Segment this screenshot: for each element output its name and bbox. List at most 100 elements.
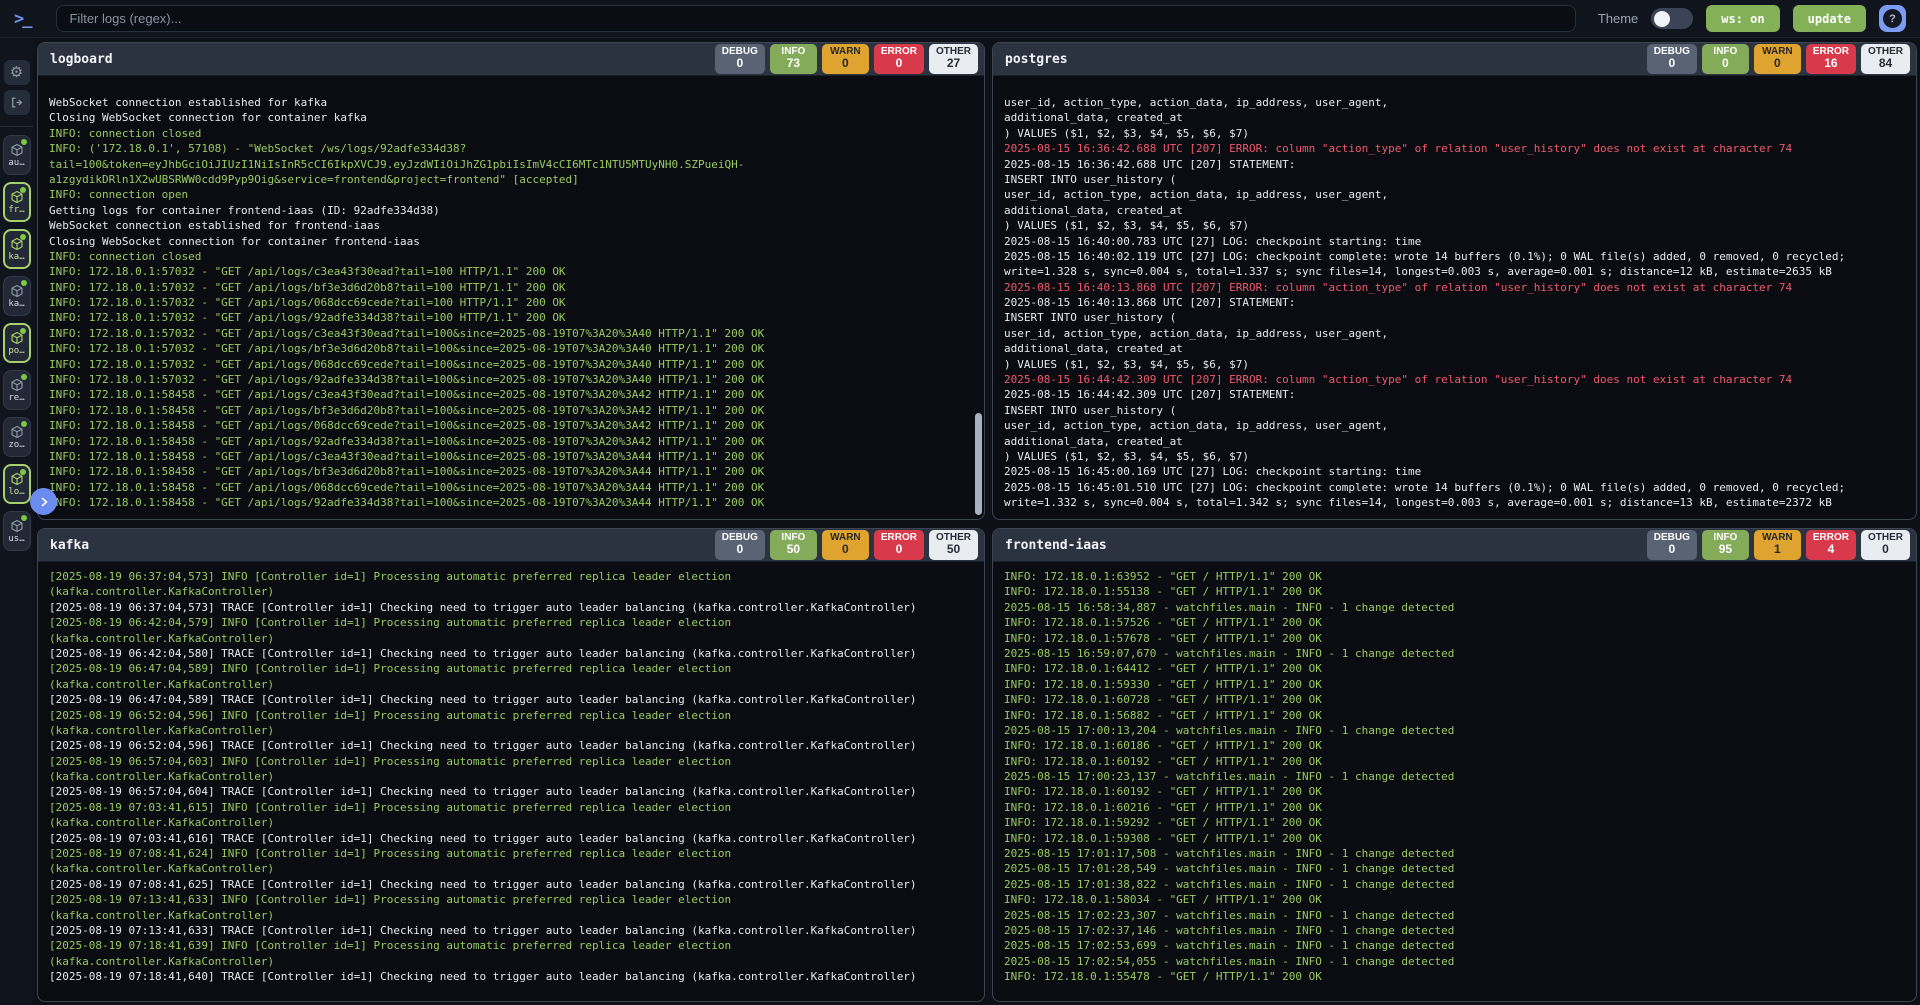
- level-badge[interactable]: OTHER 84: [1861, 44, 1910, 74]
- level-badge[interactable]: INFO 50: [770, 530, 817, 560]
- log-line: (kafka.controller.KafkaController): [49, 584, 980, 599]
- container-item[interactable]: us…: [3, 511, 31, 551]
- container-item[interactable]: ka…: [3, 276, 31, 316]
- log-line: 2025-08-15 16:36:42.688 UTC [207] STATEM…: [1004, 157, 1912, 172]
- theme-toggle-knob: [1654, 11, 1670, 27]
- badge-count: 50: [787, 543, 800, 557]
- level-badge[interactable]: DEBUG 0: [715, 44, 765, 74]
- log-line: [2025-08-19 06:47:04,589] INFO [Controll…: [49, 661, 980, 676]
- log-line: INFO: 172.18.0.1:64412 - "GET / HTTP/1.1…: [1004, 661, 1912, 676]
- log-line: [2025-08-19 07:08:41,625] TRACE [Control…: [49, 877, 980, 892]
- log-viewport-postgres[interactable]: user_id, action_type, action_data, ip_ad…: [993, 76, 1916, 519]
- log-line: (kafka.controller.KafkaController): [49, 631, 980, 646]
- log-line: INFO: 172.18.0.1:57032 - "GET /api/logs/…: [49, 372, 980, 387]
- level-badge[interactable]: ERROR 4: [1806, 530, 1856, 560]
- container-label: lo…: [8, 488, 24, 497]
- badge-count: 0: [842, 543, 849, 557]
- level-badge[interactable]: WARN 0: [822, 44, 869, 74]
- log-line: (kafka.controller.KafkaController): [49, 769, 980, 784]
- level-badge[interactable]: OTHER 50: [929, 530, 978, 560]
- panel-postgres: postgres DEBUG 0 INFO 0 WARN 0: [992, 42, 1917, 520]
- sidebar: ⚙ au… fr…: [0, 38, 33, 1005]
- help-button[interactable]: ?: [1879, 5, 1906, 32]
- container-label: ka…: [8, 253, 24, 262]
- log-line: user_id, action_type, action_data, ip_ad…: [1004, 95, 1912, 110]
- level-badge[interactable]: ERROR 0: [874, 44, 924, 74]
- status-dot: [20, 328, 26, 334]
- log-line: user_id, action_type, action_data, ip_ad…: [1004, 187, 1912, 202]
- log-line: (kafka.controller.KafkaController): [49, 815, 980, 830]
- container-item[interactable]: zo…: [3, 417, 31, 457]
- level-badge[interactable]: DEBUG 0: [1647, 44, 1697, 74]
- log-line: 2025-08-15 16:44:42.309 UTC [207] ERROR:…: [1004, 372, 1912, 387]
- level-badge[interactable]: INFO 73: [770, 44, 817, 74]
- container-item[interactable]: au…: [3, 135, 31, 175]
- log-line: INFO: 172.18.0.1:57032 - "GET /api/logs/…: [49, 310, 980, 325]
- scrollbar-thumb[interactable]: [975, 413, 982, 515]
- log-line: INFO: connection closed: [49, 126, 980, 141]
- expand-sidebar-button[interactable]: [30, 488, 57, 515]
- settings-button[interactable]: ⚙: [4, 60, 30, 85]
- topbar-actions: Theme ws: on update ?: [1598, 5, 1906, 32]
- container-label: ka…: [8, 300, 24, 309]
- theme-label: Theme: [1598, 11, 1638, 26]
- log-line: [2025-08-19 07:03:41,616] TRACE [Control…: [49, 831, 980, 846]
- theme-toggle[interactable]: [1651, 8, 1693, 29]
- log-line: (kafka.controller.KafkaController): [49, 723, 980, 738]
- log-line: INFO: ('172.18.0.1', 57108) - "WebSocket…: [49, 141, 980, 156]
- container-label: fr…: [8, 206, 24, 215]
- log-line: [2025-08-19 06:42:04,580] TRACE [Control…: [49, 646, 980, 661]
- level-badge[interactable]: OTHER 0: [1861, 530, 1910, 560]
- sidebar-divider: [0, 126, 33, 127]
- log-viewport-kafka[interactable]: [2025-08-19 06:37:04,573] INFO [Controll…: [38, 562, 984, 1001]
- badge-count: 1: [1774, 543, 1781, 557]
- log-line: 2025-08-15 16:45:01.510 UTC [27] LOG: ch…: [1004, 480, 1912, 495]
- log-line: INFO: 172.18.0.1:55138 - "GET / HTTP/1.1…: [1004, 584, 1912, 599]
- level-badge[interactable]: OTHER 27: [929, 44, 978, 74]
- update-button[interactable]: update: [1793, 5, 1866, 32]
- level-badge[interactable]: WARN 0: [1754, 44, 1801, 74]
- container-item[interactable]: fr…: [3, 182, 31, 222]
- level-badge[interactable]: ERROR 0: [874, 530, 924, 560]
- log-line: INFO: 172.18.0.1:60192 - "GET / HTTP/1.1…: [1004, 754, 1912, 769]
- level-badge[interactable]: WARN 0: [822, 530, 869, 560]
- badge-count: 0: [736, 57, 743, 71]
- panel-title: frontend-iaas: [1005, 538, 1107, 553]
- container-label: po…: [8, 347, 24, 356]
- level-badge[interactable]: WARN 1: [1754, 530, 1801, 560]
- badge-count: 50: [947, 543, 960, 557]
- container-item[interactable]: re…: [3, 370, 31, 410]
- badge-count: 4: [1828, 543, 1835, 557]
- log-line: ) VALUES ($1, $2, $3, $4, $5, $6, $7): [1004, 449, 1912, 464]
- logout-button[interactable]: [4, 90, 30, 115]
- badge-count: 0: [736, 543, 743, 557]
- panel-logboard: logboard DEBUG 0 INFO 73 WARN 0: [37, 42, 985, 520]
- status-dot: [21, 280, 27, 286]
- level-badge[interactable]: ERROR 16: [1806, 44, 1856, 74]
- log-line: additional_data, created_at: [1004, 341, 1912, 356]
- filter-input[interactable]: [56, 5, 1576, 32]
- container-item[interactable]: lo…: [3, 464, 31, 504]
- status-dot: [20, 469, 26, 475]
- log-line: 2025-08-15 17:02:53,699 - watchfiles.mai…: [1004, 938, 1912, 953]
- log-line: INFO: 172.18.0.1:57032 - "GET /api/logs/…: [49, 326, 980, 341]
- level-badge[interactable]: INFO 95: [1702, 530, 1749, 560]
- panel-header: logboard DEBUG 0 INFO 73 WARN 0: [38, 43, 984, 76]
- log-line: INSERT INTO user_history (: [1004, 310, 1912, 325]
- container-item[interactable]: ka…: [3, 229, 31, 269]
- ws-toggle-button[interactable]: ws: on: [1706, 5, 1779, 32]
- log-viewport-logboard[interactable]: WebSocket connection established for kaf…: [38, 76, 984, 519]
- container-cube-icon: [10, 425, 24, 439]
- log-line: 2025-08-15 16:58:34,887 - watchfiles.mai…: [1004, 600, 1912, 615]
- log-line: INFO: 172.18.0.1:58458 - "GET /api/logs/…: [49, 434, 980, 449]
- log-line: INSERT INTO user_history (: [1004, 172, 1912, 187]
- log-viewport-frontend-iaas[interactable]: INFO: 172.18.0.1:63952 - "GET / HTTP/1.1…: [993, 562, 1916, 1001]
- level-badge[interactable]: DEBUG 0: [715, 530, 765, 560]
- panel-header: postgres DEBUG 0 INFO 0 WARN 0: [993, 43, 1916, 76]
- level-badge[interactable]: DEBUG 0: [1647, 530, 1697, 560]
- log-line: INFO: 172.18.0.1:56882 - "GET / HTTP/1.1…: [1004, 708, 1912, 723]
- badge-count: 0: [842, 57, 849, 71]
- container-item[interactable]: po…: [3, 323, 31, 363]
- level-badge[interactable]: INFO 0: [1702, 44, 1749, 74]
- log-line: user_id, action_type, action_data, ip_ad…: [1004, 326, 1912, 341]
